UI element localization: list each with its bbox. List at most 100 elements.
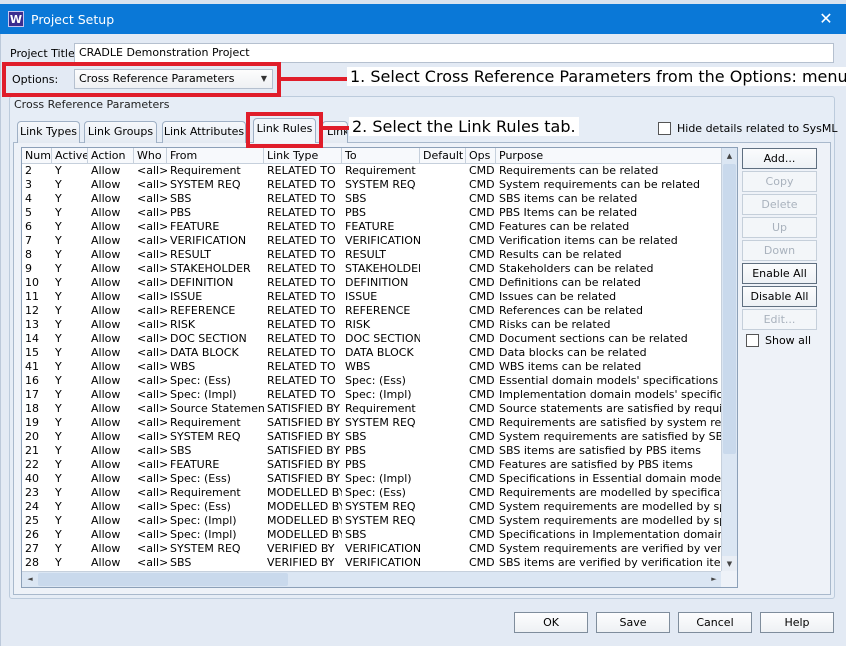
project-title-input[interactable]: CRADLE Demonstration Project: [74, 43, 834, 63]
cell-action: Allow: [91, 528, 121, 541]
tab-link-types[interactable]: Link Types: [17, 121, 80, 143]
column-header-active[interactable]: Active: [52, 148, 88, 164]
cell-ops: CMD: [469, 248, 495, 261]
tab-link-groups[interactable]: Link Groups: [84, 121, 157, 143]
table-row[interactable]: 25 Y Allow <all> Spec: (Impl) MODELLED BY SYST…: [22, 514, 722, 528]
table-row[interactable]: 3 Y Allow <all> SYSTEM REQ RELATED TO SYSTEM R…: [22, 178, 722, 192]
scroll-thumb[interactable]: [723, 164, 736, 454]
table-row[interactable]: 13 Y Allow <all> RISK RELATED TO RISK CMD Risks …: [22, 318, 722, 332]
cell-ops: CMD: [469, 514, 495, 527]
cell-active: Y: [55, 388, 62, 401]
delete-button[interactable]: Delete: [742, 194, 817, 215]
cell-active: Y: [55, 458, 62, 471]
cell-action: Allow: [91, 318, 121, 331]
table-row[interactable]: 17 Y Allow <all> Spec: (Impl) RELATED TO Spec:…: [22, 388, 722, 402]
scroll-thumb[interactable]: [38, 573, 288, 586]
table-row[interactable]: 18 Y Allow <all> Source Statement SATISFIED B…: [22, 402, 722, 416]
vertical-scrollbar[interactable]: ▲ ▼: [721, 148, 737, 572]
scroll-right-icon[interactable]: ►: [706, 572, 722, 587]
cell-default: [420, 290, 466, 304]
enable-all-button[interactable]: Enable All: [742, 263, 817, 284]
table-row[interactable]: 15 Y Allow <all> DATA BLOCK RELATED TO DATA BL…: [22, 346, 722, 360]
column-header-num[interactable]: Num: [22, 148, 52, 164]
scroll-left-icon[interactable]: ◄: [22, 572, 38, 587]
cell-action: Allow: [91, 444, 121, 457]
copy-button[interactable]: Copy: [742, 171, 817, 192]
cell-ops: CMD: [469, 220, 495, 233]
table-row[interactable]: 2 Y Allow <all> Requirement RELATED TO Require…: [22, 164, 722, 178]
cell-purpose: Document sections can be related: [499, 332, 688, 345]
table-row[interactable]: 9 Y Allow <all> STAKEHOLDER RELATED TO STAKEHO…: [22, 262, 722, 276]
cell-from: FEATURE: [170, 458, 220, 471]
cell-ops: CMD: [469, 416, 495, 429]
table-row[interactable]: 10 Y Allow <all> DEFINITION RELATED TO DEFINIT…: [22, 276, 722, 290]
checkbox-box[interactable]: [658, 122, 671, 135]
table-row[interactable]: 41 Y Allow <all> WBS RELATED TO WBS CMD WBS item…: [22, 360, 722, 374]
column-header-to[interactable]: To: [342, 148, 420, 164]
cell-default: [420, 206, 466, 220]
table-row[interactable]: 22 Y Allow <all> FEATURE SATISFIED BY PBS CMD Fe…: [22, 458, 722, 472]
tab-link[interactable]: Link: [322, 121, 348, 143]
cell-default: [420, 276, 466, 290]
close-icon[interactable]: ✕: [816, 9, 836, 29]
up-button[interactable]: Up: [742, 217, 817, 238]
cell-who: <all>: [137, 444, 167, 457]
table-row[interactable]: 20 Y Allow <all> SYSTEM REQ SATISFIED BY SBS CM…: [22, 430, 722, 444]
tab-link-attributes[interactable]: Link Attributes: [162, 121, 246, 143]
group-title: Cross Reference Parameters: [14, 98, 170, 111]
table-row[interactable]: 26 Y Allow <all> Spec: (Impl) MODELLED BY SBS C…: [22, 528, 722, 542]
column-header-who[interactable]: Who: [134, 148, 167, 164]
table-row[interactable]: 16 Y Allow <all> Spec: (Ess) RELATED TO Spec: …: [22, 374, 722, 388]
table-row[interactable]: 5 Y Allow <all> PBS RELATED TO PBS CMD PBS Items…: [22, 206, 722, 220]
table-row[interactable]: 6 Y Allow <all> FEATURE RELATED TO FEATURE CMD F…: [22, 220, 722, 234]
disable-all-button[interactable]: Disable All: [742, 286, 817, 307]
table-row[interactable]: 23 Y Allow <all> Requirement MODELLED BY Spec:…: [22, 486, 722, 500]
cell-action: Allow: [91, 416, 121, 429]
column-header-ops[interactable]: Ops: [466, 148, 496, 164]
cell-who: <all>: [137, 262, 167, 275]
column-header-default[interactable]: Default: [420, 148, 466, 164]
table-row[interactable]: 24 Y Allow <all> Spec: (Ess) MODELLED BY SYSTE…: [22, 500, 722, 514]
down-button[interactable]: Down: [742, 240, 817, 261]
table-row[interactable]: 8 Y Allow <all> RESULT RELATED TO RESULT CMD Res…: [22, 248, 722, 262]
ok-button[interactable]: OK: [514, 612, 588, 633]
table-row[interactable]: 7 Y Allow <all> VERIFICATION RELATED TO VERIFI…: [22, 234, 722, 248]
column-header-purpose[interactable]: Purpose: [496, 148, 722, 164]
table-row[interactable]: 14 Y Allow <all> DOC SECTION RELATED TO DOC SE…: [22, 332, 722, 346]
column-header-from[interactable]: From: [167, 148, 264, 164]
cell-purpose: Features can be related: [499, 220, 630, 233]
scroll-down-icon[interactable]: ▼: [722, 556, 737, 572]
column-header-action[interactable]: Action: [88, 148, 134, 164]
hide-sysml-checkbox[interactable]: Hide details related to SysML: [658, 122, 838, 135]
cell-action: Allow: [91, 486, 121, 499]
save-button[interactable]: Save: [596, 612, 670, 633]
table-row[interactable]: 40 Y Allow <all> Spec: (Ess) SATISFIED BY Spec…: [22, 472, 722, 486]
show-all-checkbox[interactable]: Show all: [746, 334, 811, 347]
cell-default: [420, 304, 466, 318]
cell-action: Allow: [91, 192, 121, 205]
show-all-label: Show all: [765, 334, 812, 347]
edit-button[interactable]: Edit...: [742, 309, 817, 330]
horizontal-scrollbar[interactable]: ◄ ►: [22, 571, 722, 587]
checkbox-box[interactable]: [746, 334, 759, 347]
table-row[interactable]: 28 Y Allow <all> SBS VERIFIED BY VERIFICATION C…: [22, 556, 722, 570]
cell-purpose: References can be related: [499, 304, 644, 317]
scroll-up-icon[interactable]: ▲: [722, 148, 737, 164]
table-row[interactable]: 4 Y Allow <all> SBS RELATED TO SBS CMD SBS items…: [22, 192, 722, 206]
table-row[interactable]: 21 Y Allow <all> SBS SATISFIED BY PBS CMD SBS it…: [22, 444, 722, 458]
cell-num: 4: [25, 192, 32, 205]
cell-default: [420, 220, 466, 234]
table-row[interactable]: 12 Y Allow <all> REFERENCE RELATED TO REFERENC…: [22, 304, 722, 318]
cell-action: Allow: [91, 304, 121, 317]
cell-to: Spec: (Impl): [345, 472, 412, 485]
table-header: Num Active Action Who From Link Type To Default…: [22, 148, 722, 164]
cell-purpose: Specifications in Implementation domain …: [499, 528, 722, 541]
cell-to: PBS: [345, 458, 366, 471]
cancel-button[interactable]: Cancel: [678, 612, 752, 633]
column-header-link-type[interactable]: Link Type: [264, 148, 342, 164]
help-button[interactable]: Help: [760, 612, 834, 633]
table-row[interactable]: 19 Y Allow <all> Requirement SATISFIED BY SYST…: [22, 416, 722, 430]
table-row[interactable]: 27 Y Allow <all> SYSTEM REQ VERIFIED BY VERIFI…: [22, 542, 722, 556]
add-button[interactable]: Add...: [742, 148, 817, 169]
table-row[interactable]: 11 Y Allow <all> ISSUE RELATED TO ISSUE CMD Issu…: [22, 290, 722, 304]
